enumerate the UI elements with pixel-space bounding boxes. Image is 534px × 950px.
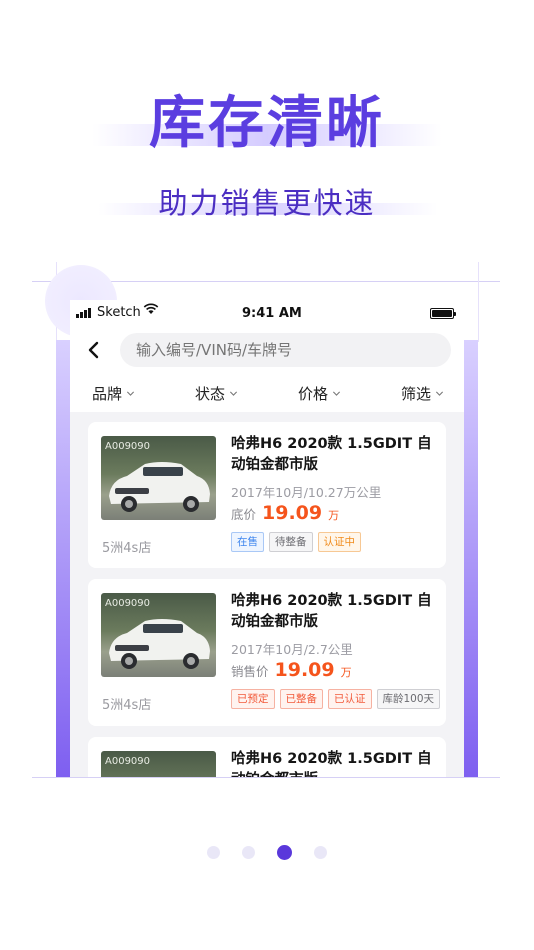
price-label: 底价 xyxy=(231,507,257,522)
hero-title: 库存清晰 xyxy=(149,91,385,156)
filter-label: 品牌 xyxy=(92,384,123,403)
chevron-down-icon xyxy=(435,391,444,396)
chevron-down-icon xyxy=(229,391,238,396)
car-thumbnail: A009090 xyxy=(101,593,216,677)
car-title: 哈弗H6 2020款 1.5GDIT 自动铂金都市版 xyxy=(231,593,432,630)
phone-side-gradient-right xyxy=(462,340,478,777)
carrier-label: Sketch xyxy=(97,305,141,320)
chevron-down-icon xyxy=(126,391,135,396)
battery-icon xyxy=(430,308,456,319)
shop-name: 5洲4s店 xyxy=(102,541,152,556)
status-bar: Sketch 9:41 AM xyxy=(70,300,464,326)
signal-icon xyxy=(76,308,91,318)
filter-price[interactable]: 价格 xyxy=(298,383,341,404)
price-value: 19.09 xyxy=(274,659,335,681)
filter-status[interactable]: 状态 xyxy=(195,383,238,404)
filter-label: 状态 xyxy=(194,384,225,403)
tag-list: 在售 待整备 认证中 xyxy=(231,532,361,552)
filter-more[interactable]: 筛选 xyxy=(401,383,444,404)
status-badge: 已预定 xyxy=(231,689,275,709)
status-badge: 认证中 xyxy=(317,532,361,552)
nav-bar xyxy=(70,332,464,370)
car-card[interactable]: A009090 哈弗H6 2020款 1.5GDIT 自动铂金都市版 2017年… xyxy=(88,422,446,568)
car-thumbnail: A009090 xyxy=(101,436,216,520)
price-value: 19.09 xyxy=(262,502,323,524)
car-card[interactable]: A009090 哈弗H6 2020款 1.5GDIT 自动铂金都市版 2017年… xyxy=(88,579,446,726)
phone-screen: Sketch 9:41 AM 品牌 状态 价格 筛选 xyxy=(70,300,464,777)
filter-label: 筛选 xyxy=(400,384,431,403)
tag-list: 已预定 已整备 已认证 库龄100天 xyxy=(231,689,441,709)
search-input[interactable] xyxy=(120,333,451,367)
status-time: 9:41 AM xyxy=(242,306,302,321)
price-row: 销售价 19.09 万 xyxy=(231,659,352,681)
status-badge: 在售 xyxy=(231,532,264,552)
stock-code: A009090 xyxy=(105,598,151,609)
hero-subtitle: 助力销售更快速 xyxy=(158,186,376,220)
price-unit: 万 xyxy=(340,666,352,679)
page-dot-active[interactable] xyxy=(277,845,292,860)
status-badge: 待整备 xyxy=(269,532,313,552)
status-badge: 已认证 xyxy=(328,689,372,709)
frame-bottom-line xyxy=(32,777,500,778)
wifi-icon xyxy=(143,303,159,319)
pagination-dots xyxy=(0,845,534,860)
filter-brand[interactable]: 品牌 xyxy=(92,383,135,404)
price-row: 底价 19.09 万 xyxy=(231,502,339,524)
car-meta: 2017年10月/2.7公里 xyxy=(231,642,353,657)
price-unit: 万 xyxy=(328,509,340,522)
page-dot[interactable] xyxy=(314,846,327,859)
chevron-down-icon xyxy=(332,391,341,396)
shop-name: 5洲4s店 xyxy=(102,698,152,713)
filter-bar: 品牌 状态 价格 筛选 xyxy=(70,374,464,412)
page-dot[interactable] xyxy=(242,846,255,859)
status-badge: 已整备 xyxy=(279,689,323,709)
car-title: 哈弗H6 2020款 1.5GDIT 自动铂金都市版 xyxy=(231,436,432,473)
chevron-left-icon[interactable] xyxy=(84,340,104,360)
car-card[interactable]: A009090 哈弗H6 2020款 1.5GDIT 自动铂金都市版 xyxy=(88,737,446,777)
car-meta: 2017年10月/10.27万公里 xyxy=(231,485,382,500)
status-badge: 库龄100天 xyxy=(376,689,441,709)
filter-label: 价格 xyxy=(297,384,328,403)
stock-code: A009090 xyxy=(105,441,151,452)
car-title: 哈弗H6 2020款 1.5GDIT 自动铂金都市版 xyxy=(231,751,432,777)
frame-right-edge xyxy=(478,262,479,342)
price-label: 销售价 xyxy=(231,664,269,679)
page-dot[interactable] xyxy=(207,846,220,859)
stock-code: A009090 xyxy=(105,756,151,767)
car-thumbnail: A009090 xyxy=(101,751,216,777)
